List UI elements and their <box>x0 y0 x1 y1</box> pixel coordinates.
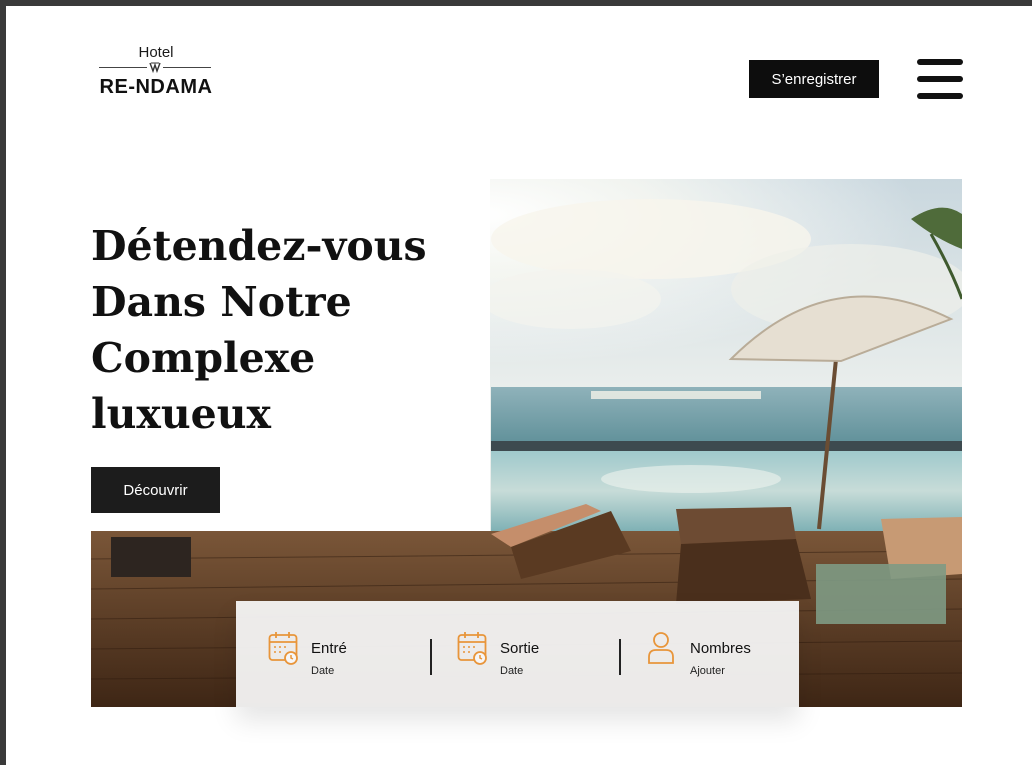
calendar-clock-icon <box>457 632 487 665</box>
booking-bar: Entré Date Sortie Date Nombres Ajouter <box>236 601 799 707</box>
logo-emblem-icon <box>149 62 161 74</box>
guests-sub: Ajouter <box>690 665 725 677</box>
logo-name-text: RE-NDAMA <box>99 76 213 98</box>
register-button[interactable]: S’enregistrer <box>749 60 879 98</box>
page: Hotel RE-NDAMA S’enregistrer Détendez-vo… <box>6 6 1032 765</box>
guests-field[interactable]: Nombres Ajouter <box>647 631 787 681</box>
checkin-label: Entré <box>311 640 347 657</box>
guests-label: Nombres <box>690 640 751 657</box>
checkout-field[interactable]: Sortie Date <box>457 631 617 681</box>
calendar-clock-icon <box>268 632 298 665</box>
hero-title: Détendez-vous Dans Notre Complexe luxueu… <box>91 222 427 438</box>
logo-rule-right <box>163 67 211 68</box>
checkout-sub: Date <box>500 665 524 677</box>
checkin-sub: Date <box>311 665 335 677</box>
discover-button[interactable]: Découvrir <box>91 467 220 513</box>
logo-hotel-text: Hotel <box>138 44 174 61</box>
hamburger-menu-icon[interactable] <box>917 59 963 99</box>
logo-rule-left <box>99 67 147 68</box>
user-icon <box>648 632 674 664</box>
checkin-field[interactable]: Entré Date <box>268 631 428 681</box>
field-divider <box>619 639 621 675</box>
checkout-label: Sortie <box>500 640 540 657</box>
field-divider <box>430 639 432 675</box>
hotel-logo[interactable]: Hotel RE-NDAMA <box>89 44 223 100</box>
